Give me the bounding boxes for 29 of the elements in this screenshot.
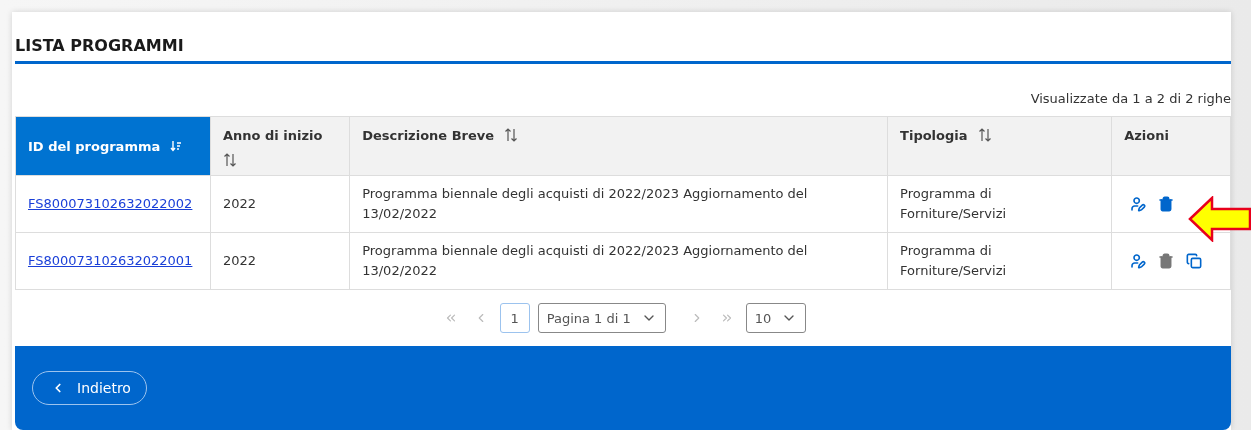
page-size-select[interactable]: 10	[745, 303, 807, 333]
record-count: Visualizzate da 1 a 2 di 2 righe	[1030, 91, 1231, 106]
sort-icon[interactable]	[977, 128, 992, 142]
page-input[interactable]: 1	[499, 303, 530, 333]
column-header[interactable]: Descrizione Breve	[349, 116, 888, 176]
table-cell: 2022	[210, 175, 350, 233]
page-title: LISTA PROGRAMMI	[15, 35, 185, 57]
column-label: Azioni	[1124, 128, 1169, 143]
column-label: ID del programma	[28, 138, 161, 154]
copy-icon[interactable]	[1186, 253, 1203, 269]
table-cell: 2022	[210, 232, 350, 290]
column-header[interactable]: Anno di inizio	[210, 116, 350, 176]
column-header[interactable]: Tipologia	[887, 116, 1112, 176]
table-cell: Programma biennale degli acquisti di 2022/2023 Aggiornamento del 13/02/2022	[349, 232, 888, 290]
table-cell: Programma biennale degli acquisti di 2022/2023 Aggiornamento del 13/02/2022	[349, 175, 888, 233]
column-header[interactable]: ID del programma	[15, 116, 211, 176]
callout-arrow-icon	[1188, 196, 1251, 242]
sort-icon[interactable]	[504, 128, 519, 142]
trash-icon[interactable]	[1158, 196, 1175, 212]
sort-icon[interactable]	[222, 153, 237, 167]
page-select[interactable]: Pagina 1 di 1	[537, 303, 666, 333]
user-edit-icon[interactable]	[1130, 253, 1147, 269]
column-label: Anno di inizio	[222, 128, 323, 143]
table-cell: Programma di Forniture/Servizi	[887, 175, 1112, 233]
user-edit-icon[interactable]	[1130, 196, 1147, 212]
table-cell: Programma di Forniture/Servizi	[887, 232, 1112, 290]
column-label: Tipologia	[900, 128, 968, 143]
column-label: Descrizione Breve	[362, 128, 495, 143]
sort-descending-icon[interactable]	[170, 140, 183, 152]
